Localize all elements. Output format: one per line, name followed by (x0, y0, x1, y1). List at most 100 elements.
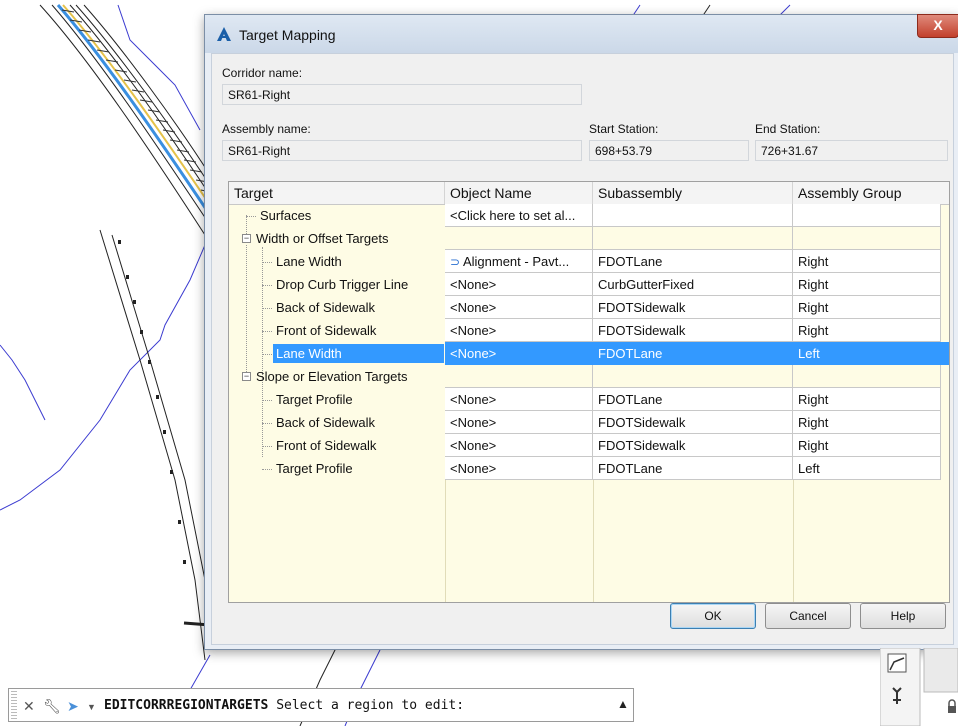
corridor-name-label: Corridor name: (222, 66, 303, 80)
target-label: Surfaces (260, 208, 312, 223)
target-cell: Drop Curb Trigger Line (229, 273, 445, 296)
target-grid[interactable]: Target Object Name Subassembly Assembly … (228, 181, 950, 603)
object-name-cell[interactable]: <None> (445, 342, 593, 365)
chevron-down-icon[interactable]: ▼ (87, 702, 96, 712)
cancel-button[interactable]: Cancel (765, 603, 851, 629)
table-row[interactable]: Back of Sidewalk <None> FDOTSidewalk Rig… (229, 296, 949, 319)
table-row-selected[interactable]: Lane Width <None> FDOTLane Left (229, 342, 949, 365)
column-header-assembly-group[interactable]: Assembly Group (793, 182, 949, 204)
table-row[interactable]: Target Profile <None> FDOTLane Left (229, 457, 949, 480)
assembly-group-cell (793, 365, 941, 388)
lock-icon[interactable] (948, 699, 956, 713)
table-row[interactable]: Lane Width ⊃ Alignment - Pavt... FDOTLan… (229, 250, 949, 273)
subassembly-cell: FDOTLane (593, 250, 793, 273)
end-station-label: End Station: (755, 122, 821, 136)
group-label: Width or Offset Targets (256, 231, 389, 246)
corridor-name-field: SR61-Right (222, 84, 582, 105)
target-cell: Target Profile (229, 388, 445, 411)
target-cell: Back of Sidewalk (229, 411, 445, 434)
assembly-group-cell: Right (793, 411, 941, 434)
table-row[interactable]: Front of Sidewalk <None> FDOTSidewalk Ri… (229, 434, 949, 457)
assembly-group-cell: Right (793, 388, 941, 411)
autocad-logo-icon (217, 27, 231, 41)
object-name-cell[interactable]: <Click here to set al... (445, 204, 593, 227)
target-cell: Width or Offset Targets (229, 227, 445, 250)
target-cell: Target Profile (229, 457, 445, 480)
start-station-label: Start Station: (589, 122, 659, 136)
target-label: Lane Width (273, 344, 444, 363)
table-row[interactable]: − Slope or Elevation Targets (229, 365, 949, 388)
subassembly-cell: FDOTLane (593, 342, 793, 365)
wrench-icon[interactable]: 🔧︎ (43, 698, 61, 715)
target-label: Target Profile (276, 392, 353, 407)
target-cell: Front of Sidewalk (229, 434, 445, 457)
grid-header: Target Object Name Subassembly Assembly … (229, 182, 949, 205)
command-prompt: Select a region to edit: (276, 698, 465, 713)
object-name-cell[interactable]: <None> (445, 319, 593, 342)
close-icon: X (933, 17, 943, 33)
table-row[interactable]: Target Profile <None> FDOTLane Right (229, 388, 949, 411)
subassembly-cell: FDOTLane (593, 388, 793, 411)
object-name-cell[interactable]: <None> (445, 273, 593, 296)
object-name-cell[interactable]: ⊃ Alignment - Pavt... (445, 250, 593, 273)
target-cell: Surfaces (229, 204, 445, 227)
target-mapping-dialog: Target Mapping X Corridor name: SR61-Rig… (204, 14, 958, 650)
command-text: EDITCORRREGIONTARGETS Select a region to… (104, 698, 464, 713)
subassembly-cell: FDOTSidewalk (593, 411, 793, 434)
subassembly-cell (593, 227, 793, 250)
subassembly-cell: CurbGutterFixed (593, 273, 793, 296)
profile-tool-icon[interactable] (887, 653, 907, 673)
dialog-title: Target Mapping (239, 27, 336, 43)
command-prompt-icon[interactable]: ➤ (67, 698, 79, 715)
chevron-up-icon[interactable]: ▲ (617, 697, 629, 711)
assembly-group-cell (793, 227, 941, 250)
target-label: Back of Sidewalk (276, 300, 375, 315)
assembly-group-cell: Right (793, 250, 941, 273)
command-line[interactable]: ✕ 🔧︎ ➤ ▼ EDITCORRREGIONTARGETS Select a … (8, 688, 634, 722)
object-name-cell[interactable]: <None> (445, 296, 593, 319)
table-row[interactable]: Back of Sidewalk <None> FDOTSidewalk Rig… (229, 411, 949, 434)
alignment-icon: ⊃ (450, 255, 461, 269)
close-icon[interactable]: ✕ (23, 698, 35, 715)
target-label: Front of Sidewalk (276, 323, 377, 338)
assembly-group-cell: Right (793, 273, 941, 296)
column-header-subassembly[interactable]: Subassembly (593, 182, 793, 204)
object-name-cell[interactable]: <None> (445, 388, 593, 411)
table-row[interactable]: Front of Sidewalk <None> FDOTSidewalk Ri… (229, 319, 949, 342)
column-header-object-name[interactable]: Object Name (445, 182, 593, 204)
assembly-name-label: Assembly name: (222, 122, 311, 136)
object-name-cell (445, 365, 593, 388)
table-row[interactable]: Surfaces <Click here to set al... (229, 204, 949, 227)
assembly-group-cell: Right (793, 319, 941, 342)
object-name-cell[interactable]: <None> (445, 411, 593, 434)
target-label: Target Profile (276, 461, 353, 476)
close-button[interactable]: X (917, 14, 958, 38)
end-station-field: 726+31.67 (755, 140, 948, 161)
start-station-field: 698+53.79 (589, 140, 749, 161)
target-cell: Lane Width (229, 250, 445, 273)
target-label: Lane Width (276, 254, 342, 269)
column-header-target[interactable]: Target (229, 182, 445, 204)
navigation-toolbar (880, 648, 958, 726)
ok-button[interactable]: OK (670, 603, 756, 629)
target-label: Front of Sidewalk (276, 438, 377, 453)
drag-handle-icon[interactable] (11, 691, 17, 719)
assembly-group-cell (793, 204, 941, 227)
subassembly-cell: FDOTSidewalk (593, 434, 793, 457)
subassembly-cell: FDOTSidewalk (593, 296, 793, 319)
table-row[interactable]: Drop Curb Trigger Line <None> CurbGutter… (229, 273, 949, 296)
target-cell: Lane Width (229, 342, 445, 365)
table-row[interactable]: − Width or Offset Targets (229, 227, 949, 250)
command-name: EDITCORRREGIONTARGETS (104, 698, 269, 713)
assembly-group-cell: Right (793, 296, 941, 319)
object-name-text: Alignment - Pavt... (462, 254, 570, 269)
assembly-name-field: SR61-Right (222, 140, 582, 161)
object-name-cell[interactable]: <None> (445, 457, 593, 480)
object-name-cell[interactable]: <None> (445, 434, 593, 457)
help-button[interactable]: Help (860, 603, 946, 629)
target-cell: Back of Sidewalk (229, 296, 445, 319)
dialog-titlebar[interactable]: Target Mapping X (205, 14, 958, 53)
target-label: Back of Sidewalk (276, 415, 375, 430)
subassembly-cell: FDOTLane (593, 457, 793, 480)
object-name-cell (445, 227, 593, 250)
